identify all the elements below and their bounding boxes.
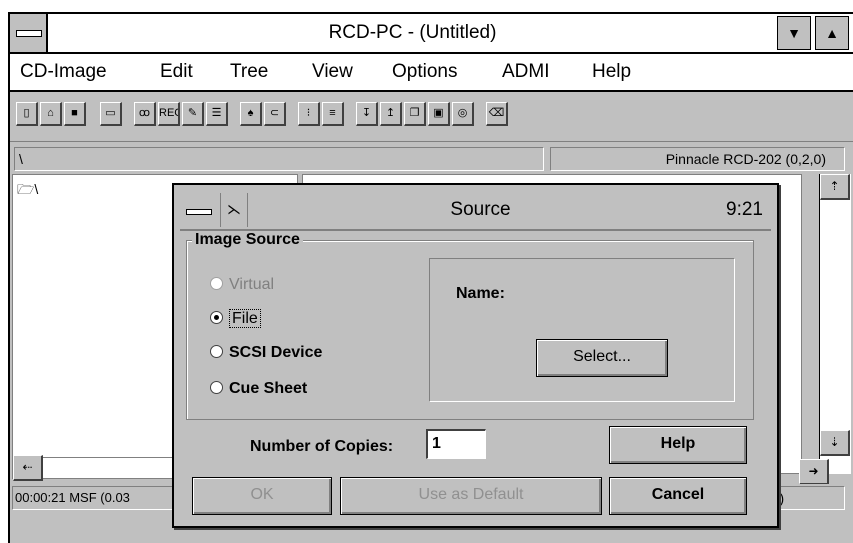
vertical-scrollbar[interactable]: ⇡ ⇣ (819, 174, 851, 474)
dialog-system-menu[interactable] (182, 193, 218, 227)
system-menu-icon (16, 30, 42, 37)
radio-virtual: Virtual (210, 273, 274, 297)
eraser-icon[interactable]: ⌫ (486, 102, 508, 126)
scroll-down-button[interactable]: ⇣ (820, 430, 850, 456)
sort-asc-icon[interactable]: ↧ (356, 102, 378, 126)
help-button[interactable]: Help (609, 426, 747, 464)
large-icons-icon[interactable]: ⁝ (298, 102, 320, 126)
source-dialog: ⋋ Source 9:21 Image Source Virtual File … (172, 183, 779, 528)
status-position: 00:00:21 MSF (0.03 (12, 486, 192, 510)
menu-help[interactable]: Help (592, 54, 631, 90)
radio-circle-icon (210, 277, 223, 291)
radio-selected-icon (210, 311, 223, 325)
device-label: Pinnacle RCD-202 (0,2,0) (550, 147, 845, 171)
select-button[interactable]: Select... (536, 339, 668, 377)
window-title: RCD-PC - (Untitled) (328, 22, 497, 43)
rec-icon[interactable]: REC (158, 102, 180, 126)
open-folder-icon[interactable]: ⌂ (40, 102, 62, 126)
ok-button[interactable]: OK (192, 477, 332, 515)
menu-view[interactable]: View (312, 54, 353, 90)
binoculars-icon[interactable]: ꝏ (134, 102, 156, 126)
folder-open-icon: 🗁 (17, 181, 35, 197)
dialog-title-bar: ⋋ Source 9:21 (180, 191, 771, 231)
menu-admi[interactable]: ADMI (502, 54, 550, 90)
cd-disc-icon[interactable]: ◎ (452, 102, 474, 126)
window-icon[interactable]: ▭ (100, 102, 122, 126)
tree-root-item[interactable]: 🗁\ (17, 179, 38, 203)
details-icon[interactable]: ≡ (322, 102, 344, 126)
maximize-button[interactable]: ▲ (815, 16, 849, 50)
radio-scsi-label: SCSI Device (229, 344, 323, 361)
scroll-up-button[interactable]: ⇡ (820, 174, 850, 200)
radio-circle-icon (210, 381, 223, 395)
radio-cue-label: Cue Sheet (229, 380, 308, 397)
cancel-button[interactable]: Cancel (609, 477, 747, 515)
menu-edit[interactable]: Edit (160, 54, 193, 90)
name-label: Name: (456, 285, 505, 302)
path-bar: \ Pinnacle RCD-202 (0,2,0) (10, 147, 853, 173)
radio-file[interactable]: File (210, 307, 261, 331)
list-icon[interactable]: ☰ (206, 102, 228, 126)
tree-root-label: \ (34, 181, 39, 197)
radio-cue-sheet[interactable]: Cue Sheet (210, 377, 307, 401)
copy-icon[interactable]: ❐ (404, 102, 426, 126)
pencil-icon[interactable]: ✎ (182, 102, 204, 126)
new-file-icon[interactable]: ▯ (16, 102, 38, 126)
save-icon[interactable]: ■ (64, 102, 86, 126)
menu-options[interactable]: Options (392, 54, 457, 90)
use-as-default-button[interactable]: Use as Default (340, 477, 602, 515)
radio-virtual-label: Virtual (229, 276, 275, 293)
find-icon[interactable]: ♠ (240, 102, 262, 126)
name-panel: Name: Select... (429, 258, 735, 402)
scroll-right-button[interactable]: ➜ (799, 459, 829, 485)
minimize-button[interactable]: ▼ (777, 16, 811, 50)
current-path: \ (14, 147, 544, 171)
dialog-app-icon: ⋋ (220, 193, 248, 227)
copies-input[interactable]: 1 (426, 429, 486, 459)
radio-circle-icon (210, 345, 223, 359)
calendar-icon[interactable]: ▣ (428, 102, 450, 126)
image-source-label: Image Source (192, 231, 303, 249)
dialog-time: 9:21 (726, 199, 763, 220)
radio-scsi-device[interactable]: SCSI Device (210, 341, 322, 365)
menu-bar: CD-Image Edit Tree View Options ADMI Hel… (10, 54, 853, 92)
menu-tree[interactable]: Tree (230, 54, 268, 90)
radio-file-label: File (229, 309, 261, 328)
toolbar: ▯ ⌂ ■ ▭ ꝏ REC ✎ ☰ ♠ ⊂ ⁝ ≡ ↧ ↥ ❐ ▣ ◎ ⌫ (10, 92, 853, 142)
sort-desc-icon[interactable]: ↥ (380, 102, 402, 126)
scroll-left-button[interactable]: ⇠ (13, 455, 43, 481)
copies-label: Number of Copies: (250, 438, 394, 455)
menu-cd-image[interactable]: CD-Image (20, 54, 107, 90)
system-menu-icon (186, 209, 212, 215)
dialog-title: Source (450, 199, 511, 220)
system-menu-button[interactable] (10, 14, 48, 52)
tag-icon[interactable]: ⊂ (264, 102, 286, 126)
title-bar: RCD-PC - (Untitled) ▼ ▲ (10, 14, 853, 54)
